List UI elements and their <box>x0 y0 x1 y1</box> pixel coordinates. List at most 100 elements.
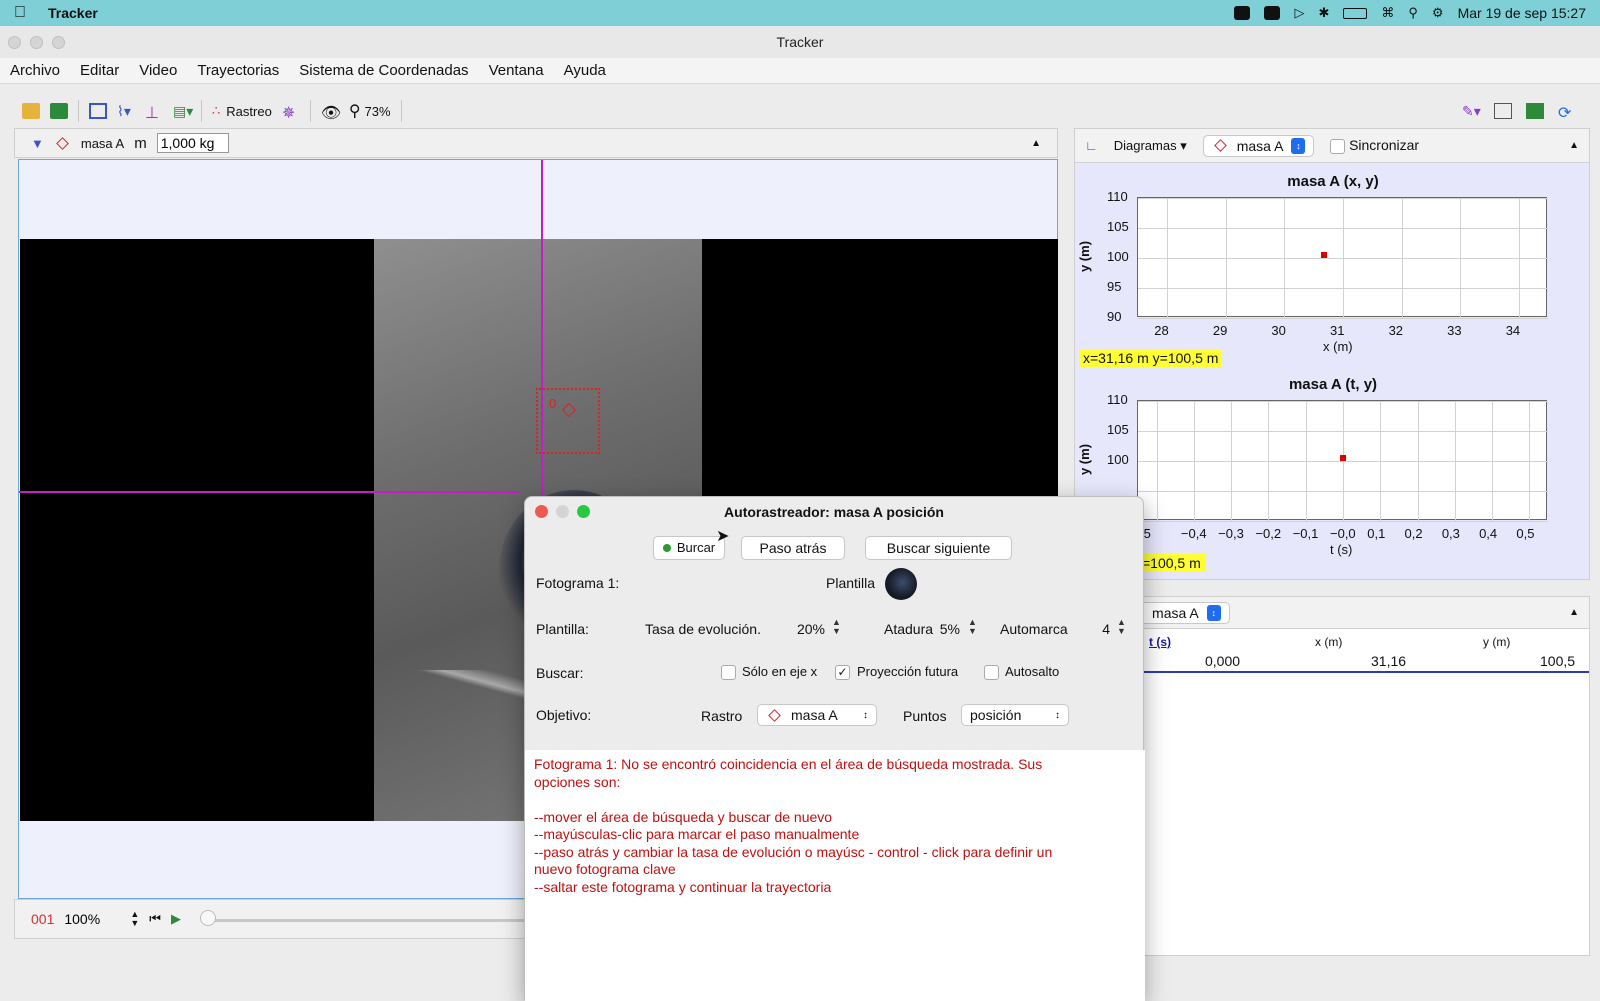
dialog-close-button[interactable] <box>535 505 548 518</box>
grid-line <box>1138 491 1548 492</box>
tether-value[interactable]: 5% <box>925 621 960 637</box>
record-icon[interactable] <box>1234 6 1251 20</box>
calibration-icon[interactable]: ⌇▾ <box>117 103 135 119</box>
plot1-title: masa A (x, y) <box>1287 173 1379 190</box>
rewind-icon[interactable]: ⏮ <box>149 911 161 927</box>
menu-sistema-coordenadas[interactable]: Sistema de Coordenadas <box>299 62 468 79</box>
notes-icon[interactable] <box>1494 103 1512 119</box>
cell-y[interactable]: 100,5 <box>1540 653 1575 669</box>
refresh-icon[interactable]: ⟳ <box>1558 103 1576 122</box>
menu-archivo[interactable]: Archivo <box>10 62 60 79</box>
step-back-button[interactable]: Paso atrás <box>741 536 845 560</box>
evolution-value[interactable]: 20% <box>780 621 825 637</box>
clip-settings-icon[interactable] <box>89 103 107 119</box>
points-select[interactable]: posición ↕ <box>961 704 1069 726</box>
app-name[interactable]: Tracker <box>48 5 98 21</box>
menu-trayectorias[interactable]: Trayectorias <box>197 62 279 79</box>
menu-ayuda[interactable]: Ayuda <box>564 62 606 79</box>
target-row-label: Objetivo: <box>536 707 592 723</box>
grid-line <box>1138 431 1548 432</box>
axis-x-line[interactable] <box>19 491 519 493</box>
target-track-select[interactable]: masa A ↕ <box>757 704 877 726</box>
zoom-button[interactable]: ⚲ 73% <box>349 101 391 121</box>
collapse-arrow-icon[interactable]: ▲ <box>1569 607 1579 618</box>
search-next-button[interactable]: Buscar siguiente <box>865 536 1012 560</box>
cell-x[interactable]: 31,16 <box>1371 653 1406 669</box>
frame-slider[interactable] <box>208 919 548 922</box>
automark-label: Automarca <box>1000 621 1068 637</box>
plot1-area[interactable] <box>1137 197 1548 319</box>
automark-stepper[interactable]: ▲ ▼ <box>1117 618 1126 636</box>
autoskip-checkbox[interactable] <box>984 665 999 680</box>
sync-label: Sincronizar <box>1349 136 1420 153</box>
frame-label: Fotograma 1: <box>536 575 620 591</box>
create-track-icon[interactable]: ▤▾ <box>173 103 193 119</box>
control-center-icon[interactable]: ⚙ <box>1432 5 1444 21</box>
mass-field[interactable] <box>156 133 229 153</box>
dialog-zoom-button[interactable] <box>577 505 590 518</box>
col-header-x[interactable]: x (m) <box>1315 635 1342 649</box>
autoskip-label: Autosalto <box>1005 664 1060 679</box>
slider-thumb[interactable] <box>200 910 216 926</box>
rate-stepper[interactable]: ▲ ▼ <box>130 910 139 928</box>
axes-icon[interactable]: ⊥ <box>145 103 163 122</box>
grid-line <box>1138 258 1548 259</box>
bluetooth-icon[interactable]: ✱ <box>1318 5 1329 21</box>
search-button-label: Burcar <box>676 540 716 555</box>
search-area-box[interactable] <box>536 388 600 454</box>
autotracker-icon[interactable]: ✵ <box>282 103 300 122</box>
table-row[interactable] <box>1125 649 1589 673</box>
play-icon[interactable]: ▶ <box>171 911 181 927</box>
plot-axes-icon[interactable]: ∟ <box>1085 138 1098 153</box>
minimize-window-button[interactable] <box>30 36 43 49</box>
plot-track-select[interactable]: masa A ↕ <box>1202 134 1315 157</box>
cell-t[interactable]: 0,000 <box>1205 653 1240 669</box>
xonly-label: Sólo en eje x <box>742 664 818 679</box>
data-point[interactable] <box>1321 252 1328 258</box>
col-header-t[interactable]: t (s) <box>1149 635 1171 649</box>
diagrams-dropdown[interactable]: Diagramas ▾ <box>1114 138 1187 154</box>
menu-ventana[interactable]: Ventana <box>489 62 544 79</box>
magnifier-icon: ⚲ <box>348 103 361 120</box>
pencil-icon[interactable]: ✎▾ <box>1462 103 1481 119</box>
automark-value[interactable]: 4 <box>1085 621 1110 637</box>
search-button[interactable]: Burcar <box>653 536 725 560</box>
track-menu-icon[interactable]: ▼ <box>31 136 44 151</box>
track-trail-button[interactable]: ∴ Rastreo <box>212 103 272 119</box>
open-folder-icon[interactable] <box>22 103 40 119</box>
sync-checkbox[interactable]: Sincronizar <box>1330 136 1420 155</box>
clock[interactable]: Mar 19 de sep 15:27 <box>1458 5 1586 21</box>
battery-icon[interactable] <box>1343 7 1368 19</box>
plot1-xlabel: x (m) <box>1323 339 1353 354</box>
toolbar-right: ✎▾ ⟳ <box>1462 103 1590 122</box>
evolution-stepper[interactable]: ▲ ▼ <box>832 618 841 636</box>
play-icon[interactable]: ▷ <box>1294 5 1304 21</box>
drive-icon[interactable] <box>1264 6 1281 20</box>
mass-label: m <box>134 134 147 152</box>
diagrams-label: Diagramas <box>1113 137 1177 153</box>
template-label: Plantilla <box>826 575 876 591</box>
rate-field[interactable] <box>64 908 121 930</box>
video-filter-icon[interactable] <box>1526 103 1544 119</box>
plot2-area[interactable] <box>1137 400 1548 522</box>
tether-stepper[interactable]: ▲ ▼ <box>968 618 977 636</box>
wifi-icon[interactable]: ⌘ <box>1381 5 1394 21</box>
xonly-checkbox[interactable] <box>721 665 736 680</box>
projection-checkbox[interactable]: ✓ <box>835 665 850 680</box>
eye-icon[interactable]: 👁 <box>321 103 341 122</box>
zoom-window-button[interactable] <box>52 36 65 49</box>
save-icon[interactable] <box>50 103 68 119</box>
menu-video[interactable]: Video <box>139 62 177 79</box>
menu-editar[interactable]: Editar <box>80 62 119 79</box>
close-window-button[interactable] <box>8 36 21 49</box>
grid-line <box>1138 318 1548 319</box>
collapse-arrow-icon[interactable]: ▲ <box>1031 138 1041 149</box>
col-header-y[interactable]: y (m) <box>1483 635 1510 649</box>
data-point[interactable] <box>1340 455 1346 461</box>
toolbar-separator <box>78 100 79 122</box>
collapse-arrow-icon[interactable]: ▲ <box>1569 140 1579 151</box>
search-icon[interactable]: ⚲ <box>1408 5 1418 21</box>
x-tick-label: −0,4 <box>1180 526 1207 541</box>
apple-icon[interactable]:  <box>14 4 26 22</box>
track-name[interactable]: masa A <box>81 136 124 151</box>
